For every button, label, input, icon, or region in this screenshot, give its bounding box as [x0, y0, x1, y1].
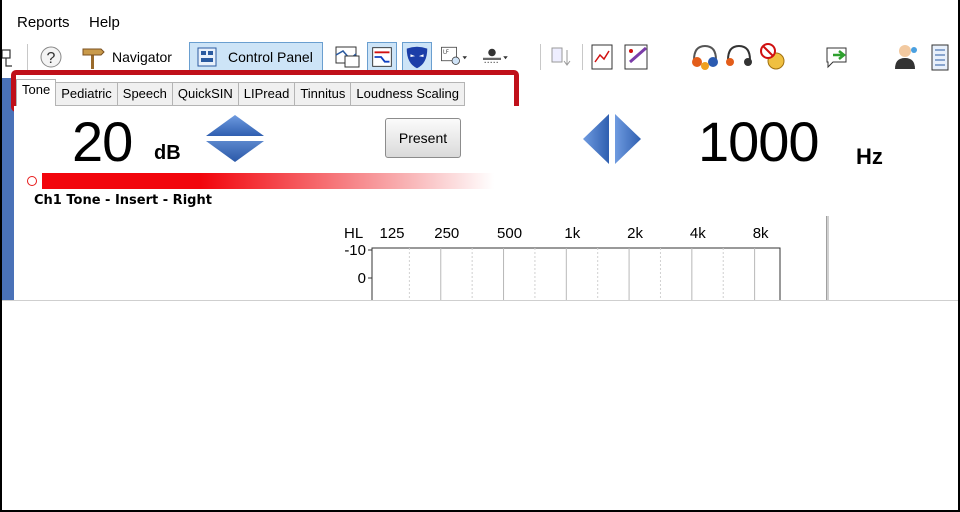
audiogram-freq-label: 1k	[564, 225, 580, 242]
frequency-up-icon[interactable]	[615, 114, 641, 164]
export-icon[interactable]	[824, 42, 854, 72]
level-up-icon[interactable]	[206, 115, 264, 136]
audiogram-freq-label: 2k	[627, 225, 643, 242]
level-bar	[42, 173, 494, 189]
audiogram-freq-label: 125	[379, 225, 404, 242]
chart-icon[interactable]	[588, 42, 618, 72]
level-unit: dB	[154, 142, 181, 164]
no-listen-icon[interactable]	[758, 42, 788, 72]
lower-panel	[2, 300, 958, 510]
navigator-icon	[82, 48, 105, 69]
svg-text:?: ?	[47, 50, 56, 67]
audiogram-y-axis-label: HL	[344, 225, 363, 242]
audiogram-hl-labels: -10 0	[344, 242, 372, 287]
navigator-button[interactable]: Navigator	[80, 42, 186, 72]
level-arrows	[206, 115, 264, 162]
level-indicator-dot	[27, 176, 37, 186]
control-panel: 20 dB Present 1000 Hz Ch1 Tone - Insert …	[14, 106, 958, 302]
mask-icon[interactable]	[402, 42, 432, 72]
audiogram-hl-label: -10	[344, 242, 366, 259]
audiogram-splitter[interactable]	[826, 216, 829, 302]
menu-help[interactable]: Help	[89, 14, 120, 31]
screenshot-frame: Reports Help ? Navigator Control Panel L…	[0, 0, 960, 512]
tool-dropdown-icon[interactable]	[480, 42, 510, 72]
present-button[interactable]: Present	[385, 118, 461, 158]
channel-label: Ch1 Tone - Insert - Right	[34, 193, 212, 208]
audiogram-freq-label: 250	[434, 225, 459, 242]
audiogram-plot-area[interactable]	[371, 247, 781, 300]
edit-chart-icon[interactable]	[622, 42, 652, 72]
level-value: 20	[72, 110, 133, 173]
headset-icon[interactable]	[724, 42, 754, 72]
navigator-label: Navigator	[112, 49, 172, 65]
toolbar-separator	[540, 44, 541, 70]
frequency-unit: Hz	[856, 144, 883, 169]
audiogram-hl-label: 0	[358, 270, 366, 287]
audiogram-freq-label: 8k	[753, 225, 769, 242]
level-down-icon[interactable]	[206, 141, 264, 162]
audiogram-chart: HL 125 250 500 1k 2k 4k 8k -10 0	[344, 225, 781, 300]
image-view-icon[interactable]	[333, 42, 363, 72]
help-icon[interactable]: ?	[39, 42, 69, 72]
left-accent-strip	[2, 78, 14, 300]
control-panel-icon	[197, 47, 217, 67]
zoom-dropdown-icon[interactable]: LF	[440, 42, 470, 72]
audiogram-icon[interactable]	[367, 42, 397, 72]
svg-text:LF: LF	[443, 49, 449, 55]
headphones-icon[interactable]	[690, 42, 720, 72]
audiogram-frequency-labels: 125 250 500 1k 2k 4k 8k	[379, 225, 769, 242]
panel-icon[interactable]	[928, 42, 958, 72]
menu-reports[interactable]: Reports	[17, 14, 70, 31]
control-panel-button[interactable]: Control Panel	[189, 42, 323, 72]
frequency-value: 1000	[698, 110, 820, 173]
frequency-arrows	[583, 114, 641, 164]
toolbar-separator	[582, 44, 583, 70]
user-icon[interactable]	[890, 42, 920, 72]
menu-bar: Reports Help	[2, 0, 958, 34]
toolbar-separator	[27, 44, 28, 70]
audiogram-freq-label: 500	[497, 225, 522, 242]
frequency-down-icon[interactable]	[583, 114, 609, 164]
audiogram-freq-label: 4k	[690, 225, 706, 242]
control-panel-label: Control Panel	[228, 49, 313, 65]
select-icon[interactable]	[548, 42, 578, 72]
